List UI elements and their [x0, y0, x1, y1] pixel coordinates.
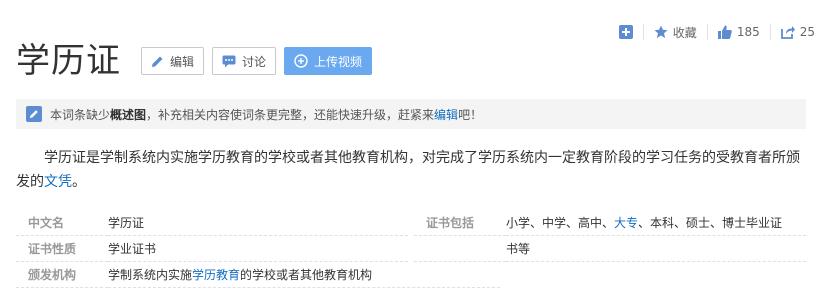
- summary-link[interactable]: 文凭: [44, 174, 72, 190]
- upload-video-button[interactable]: 上传视频: [284, 47, 373, 75]
- share-icon: [780, 26, 795, 39]
- notice-prefix: 本词条缺少: [50, 107, 111, 122]
- info-value-text: 、本科、硕士、博士毕业证: [638, 216, 783, 230]
- upload-video-label: 上传视频: [314, 54, 363, 69]
- page-title: 学历证: [16, 41, 121, 81]
- edit-button[interactable]: 编辑: [141, 47, 205, 75]
- favorite-label: 收藏: [672, 25, 697, 40]
- notice-bar: 本词条缺少 概述图 ，补充相关内容使词条更完整，还能快速升级，赶紧来 编辑 吧！: [16, 99, 806, 129]
- summary-paragraph: 学历证是学制系统内实施学历教育的学校或者其他教育机构，对完成了学历系统内一定教育…: [16, 146, 806, 194]
- basic-info-table: 中文名 学历证 证书包括 小学、中学、高中、 大专 、本科、硕士、博士毕业证 证书性…: [16, 210, 806, 288]
- action-bar: 收藏 185 25: [609, 22, 825, 42]
- plus-square-icon: [618, 25, 633, 39]
- like-count: 185: [736, 25, 760, 39]
- info-value-text: 学制系统内实施: [108, 268, 193, 282]
- like-button[interactable]: 185: [708, 22, 770, 42]
- info-value: 书等: [506, 236, 806, 262]
- info-value: 学制系统内实施 学历教育 的学校或者其他教育机构: [108, 262, 500, 288]
- plus-circle-icon: [294, 54, 308, 68]
- info-link-dazhuan[interactable]: 大专: [614, 214, 638, 231]
- notice-middle: ，补充相关内容使词条更完整，还能快速升级，赶紧来: [146, 107, 435, 122]
- info-value: 小学、中学、高中、 大专 、本科、硕士、博士毕业证: [506, 210, 806, 236]
- pencil-icon: [26, 106, 42, 122]
- discuss-label: 讨论: [242, 54, 267, 69]
- info-key-empty: [414, 236, 506, 262]
- add-button[interactable]: [609, 22, 643, 42]
- info-key: 中文名: [16, 210, 108, 236]
- info-key: 颁发机构: [16, 262, 108, 288]
- info-row: 中文名 学历证 证书包括 小学、中学、高中、 大专 、本科、硕士、博士毕业证: [16, 210, 806, 236]
- speech-bubble-icon: [222, 55, 236, 67]
- info-value-text: 小学、中学、高中、: [506, 216, 615, 230]
- info-link-xueli-jiaoyu[interactable]: 学历教育: [192, 266, 240, 283]
- thumbs-up-icon: [717, 25, 732, 39]
- discuss-button[interactable]: 讨论: [212, 47, 277, 75]
- favorite-button[interactable]: 收藏: [644, 22, 707, 42]
- notice-suffix: 吧！: [458, 107, 483, 122]
- info-row: 证书性质 学业证书 书等: [16, 236, 806, 262]
- info-value-text: 的学校或者其他教育机构: [240, 268, 373, 282]
- pencil-icon: [152, 56, 163, 67]
- share-button[interactable]: 25: [771, 22, 825, 42]
- notice-bold: 概述图: [110, 107, 147, 122]
- info-value: 学业证书: [108, 236, 408, 262]
- title-row: 学历证 编辑 讨论 上传视频: [16, 41, 373, 81]
- info-row: 颁发机构 学制系统内实施 学历教育 的学校或者其他教育机构: [16, 262, 806, 288]
- edit-label: 编辑: [170, 54, 195, 69]
- share-count: 25: [799, 25, 815, 39]
- notice-edit-link[interactable]: 编辑: [434, 106, 458, 123]
- info-key: 证书性质: [16, 236, 108, 262]
- star-icon: [654, 25, 668, 38]
- summary-end: 。: [72, 174, 86, 190]
- info-key: 证书包括: [414, 210, 506, 236]
- summary-text: 学历证是学制系统内实施学历教育的学校或者其他教育机构，对完成了学历系统内一定教育…: [16, 150, 800, 190]
- info-value: 学历证: [108, 210, 408, 236]
